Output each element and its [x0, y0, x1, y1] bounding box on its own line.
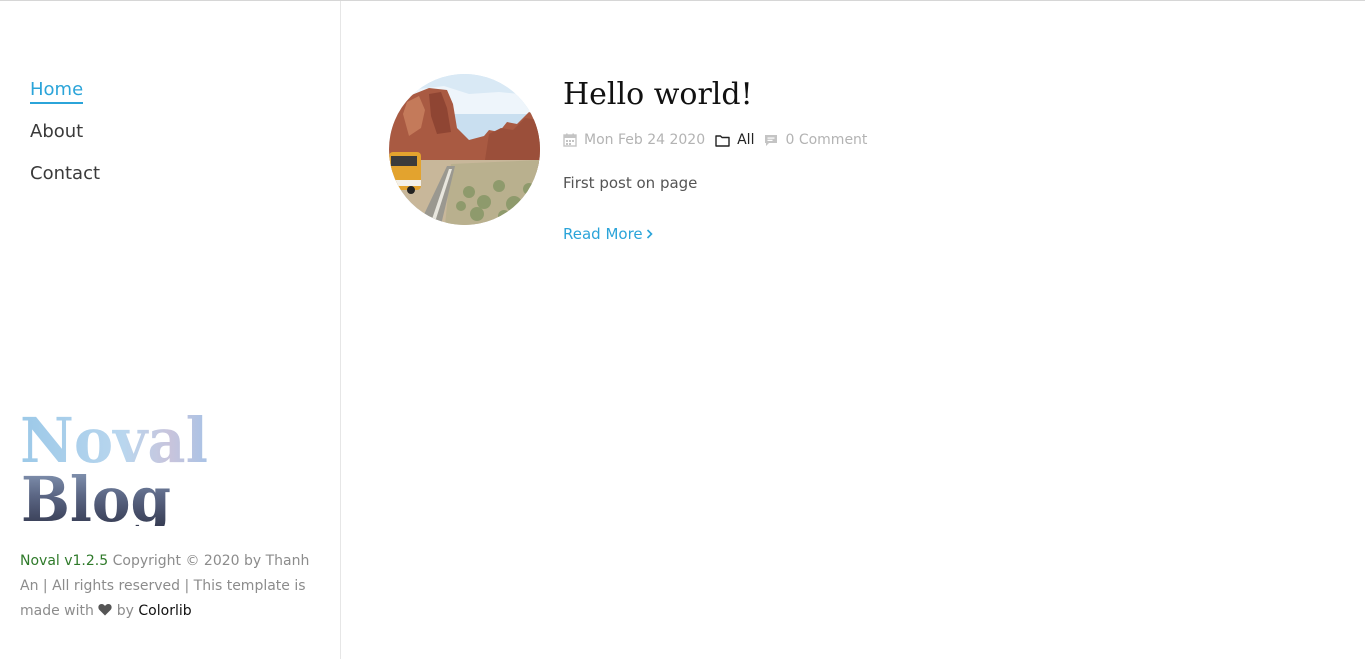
nav-item-about: About	[30, 121, 100, 163]
post-comments-link[interactable]: 0 Comment	[785, 132, 867, 148]
post-date: Mon Feb 24 2020	[563, 132, 705, 148]
sidebar: Home About Contact Noval Blog Noval v1.2…	[0, 1, 341, 659]
post-comments: 0 Comment	[764, 132, 867, 148]
colorlib-link[interactable]: Colorlib	[138, 603, 191, 619]
calendar-icon	[563, 133, 577, 147]
logo-line-2: Blog	[21, 463, 171, 526]
site-logo[interactable]: Noval Blog	[20, 401, 220, 526]
footer-copyright: Noval v1.2.5 Copyright © 2020 by Thanh A…	[20, 549, 325, 625]
post-meta: Mon Feb 24 2020 All 0 Comment	[563, 132, 877, 148]
folder-icon	[715, 134, 730, 147]
post-title[interactable]: Hello world!	[563, 77, 753, 112]
post-excerpt: First post on page	[563, 174, 698, 192]
post-category: All	[715, 132, 754, 148]
nav-link-home[interactable]: Home	[30, 79, 84, 104]
post-category-link[interactable]: All	[737, 132, 754, 148]
read-more-label: Read More	[563, 225, 643, 243]
comment-icon	[764, 134, 778, 147]
nav-link-about[interactable]: About	[30, 121, 83, 144]
footer-by-text: by	[112, 603, 139, 619]
page: Home About Contact Noval Blog Noval v1.2…	[0, 0, 1365, 659]
chevron-right-icon	[646, 225, 653, 243]
main-nav: Home About Contact	[30, 79, 100, 205]
nav-item-contact: Contact	[30, 163, 100, 205]
nav-item-home: Home	[30, 79, 100, 121]
post-thumbnail[interactable]	[389, 74, 540, 225]
nav-link-contact[interactable]: Contact	[30, 163, 100, 186]
post-date-text: Mon Feb 24 2020	[584, 132, 706, 148]
read-more-link[interactable]: Read More	[563, 225, 653, 243]
footer-version: Noval v1.2.5	[20, 553, 109, 569]
post-image	[389, 74, 540, 225]
heart-icon	[98, 600, 112, 625]
